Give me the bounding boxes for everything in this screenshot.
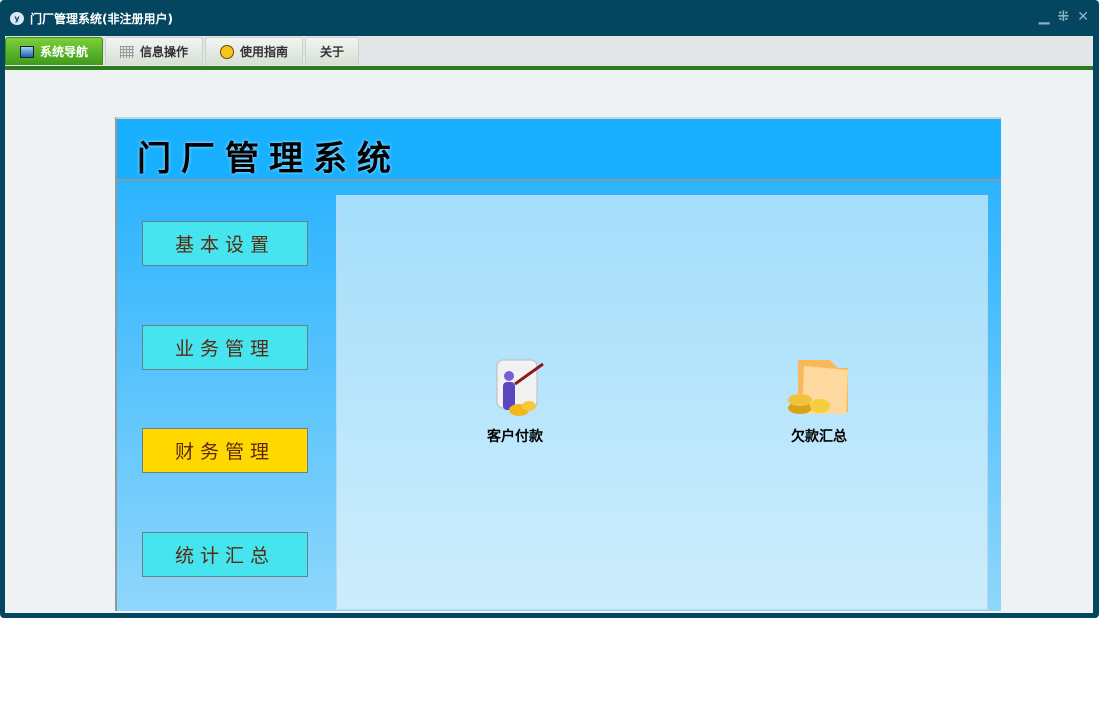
item-label: 客户付款: [487, 429, 543, 445]
panel-header: 门厂管理系统: [117, 119, 1001, 181]
nav-finance-management[interactable]: 财务管理: [142, 428, 308, 473]
app-logo-icon: y: [10, 11, 24, 25]
restore-icon[interactable]: ⁜: [1058, 9, 1070, 25]
tab-label: 系统导航: [40, 45, 89, 59]
nav-business-management[interactable]: 业务管理: [142, 325, 308, 370]
debt-summary-item[interactable]: 欠款汇总: [784, 356, 854, 446]
item-label: 欠款汇总: [791, 429, 847, 445]
close-icon[interactable]: ✕: [1077, 9, 1089, 25]
minimize-icon[interactable]: ▁: [1039, 9, 1050, 25]
tab-label: 信息操作: [140, 45, 189, 59]
debt-summary-icon: [788, 360, 848, 414]
system-title: 门厂管理系统: [137, 139, 401, 179]
monitor-icon: [20, 45, 34, 58]
tab-guide[interactable]: 使用指南: [205, 37, 304, 65]
customer-payment-item[interactable]: 客户付款: [485, 356, 545, 446]
tab-system-nav[interactable]: 系统导航: [5, 37, 104, 65]
function-area: 客户付款 欠款汇总: [336, 195, 988, 610]
tab-about[interactable]: 关于: [305, 37, 360, 65]
window-title: 门厂管理系统(非注册用户): [30, 11, 173, 26]
title-bar: y 门厂管理系统(非注册用户): [10, 9, 173, 27]
tab-info-ops[interactable]: 信息操作: [105, 37, 204, 65]
tab-bar: 系统导航 信息操作 使用指南 关于: [5, 36, 1093, 66]
window-controls: ▁ ⁜ ✕: [1039, 9, 1089, 25]
tab-label: 关于: [320, 45, 345, 59]
customer-payment-icon: [496, 359, 544, 416]
grid-icon: [120, 45, 135, 58]
nav-panel: 门厂管理系统 基本设置 业务管理 财务管理 统计汇总 客户付款 欠款汇总: [115, 117, 1001, 611]
help-icon: [220, 44, 235, 59]
nav-basic-settings[interactable]: 基本设置: [142, 221, 308, 266]
tab-label: 使用指南: [240, 45, 289, 59]
nav-statistics-summary[interactable]: 统计汇总: [142, 532, 308, 577]
